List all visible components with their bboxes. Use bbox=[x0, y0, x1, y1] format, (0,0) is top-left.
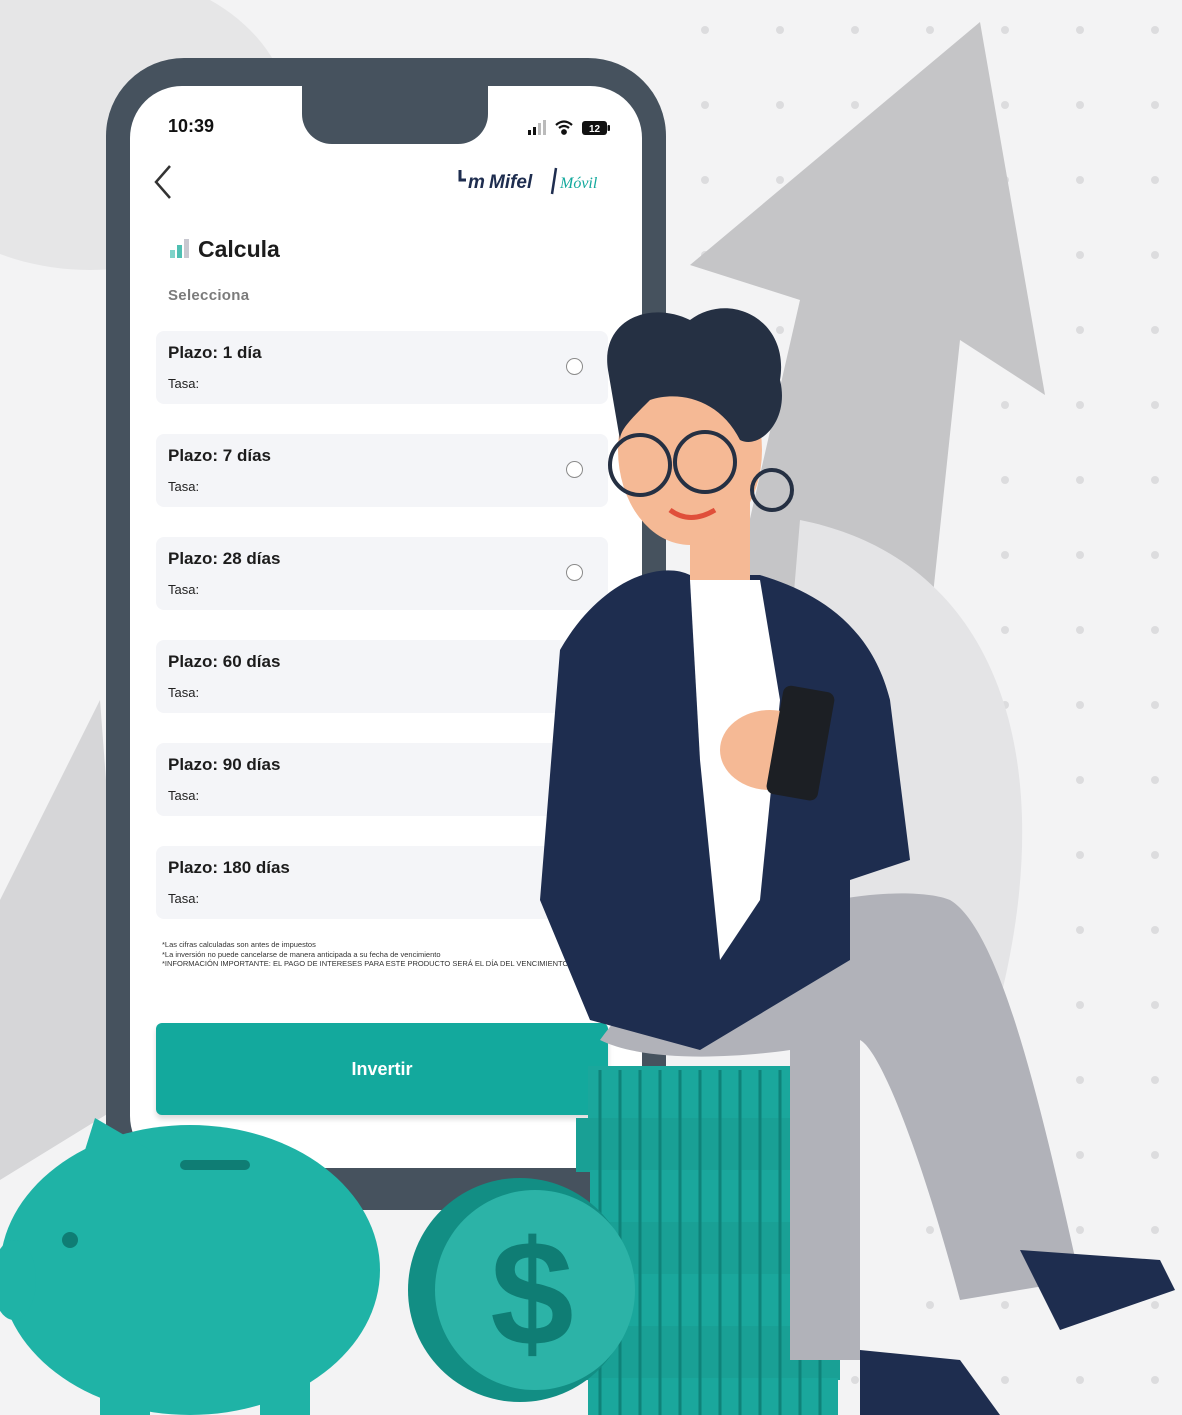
svg-text:m: m bbox=[468, 172, 485, 193]
logo-sub: Móvil bbox=[559, 175, 598, 192]
tasa-label: Tasa: bbox=[168, 582, 200, 597]
plazo-label: Plazo: 7 días bbox=[168, 446, 271, 465]
note-line: *Las cifras calculadas son antes de impu… bbox=[162, 940, 316, 949]
tasa-label: Tasa: bbox=[168, 685, 200, 700]
chevron-left-icon[interactable] bbox=[150, 162, 180, 202]
radio-icon[interactable] bbox=[566, 770, 583, 787]
calc-title: Calcula bbox=[198, 236, 280, 262]
plazo-label: Plazo: 90 días bbox=[168, 755, 281, 774]
disclaimer-notes: *Las cifras calculadas son antes de impu… bbox=[162, 940, 592, 969]
plazo-label: Plazo: 60 días bbox=[168, 652, 281, 671]
option-plazo-7[interactable]: Plazo: 7 días Tasa: bbox=[156, 434, 608, 507]
option-plazo-90[interactable]: Plazo: 90 días Tasa: bbox=[156, 743, 608, 816]
option-plazo-60[interactable]: Plazo: 60 días Tasa: bbox=[156, 640, 608, 713]
note-line: *INFORMACIÓN IMPORTANTE: EL PAGO DE INTE… bbox=[162, 959, 569, 968]
tasa-label: Tasa: bbox=[168, 479, 200, 494]
calculator-icon bbox=[170, 239, 189, 258]
status-icons: 12 bbox=[528, 120, 610, 135]
signal-icon bbox=[528, 120, 546, 135]
phone-notch bbox=[302, 58, 488, 144]
option-plazo-28[interactable]: Plazo: 28 días Tasa: bbox=[156, 537, 608, 610]
status-time: 10:39 bbox=[168, 116, 215, 136]
tasa-label: Tasa: bbox=[168, 376, 200, 391]
plazo-label: Plazo: 180 días bbox=[168, 858, 290, 877]
radio-icon[interactable] bbox=[566, 667, 583, 684]
battery-level: 12 bbox=[589, 124, 601, 135]
mifel-movil-logo: m Mifel Móvil bbox=[458, 167, 598, 195]
invest-button[interactable]: Invertir bbox=[156, 1023, 608, 1115]
plazo-label: Plazo: 1 día bbox=[168, 343, 262, 362]
radio-icon[interactable] bbox=[566, 564, 583, 581]
tasa-label: Tasa: bbox=[168, 891, 200, 906]
tasa-label: Tasa: bbox=[168, 788, 200, 803]
option-plazo-180[interactable]: Plazo: 180 días Tasa: bbox=[156, 846, 608, 919]
plazo-label: Plazo: 28 días bbox=[168, 549, 281, 568]
select-label: Selecciona bbox=[168, 287, 250, 304]
radio-icon[interactable] bbox=[566, 358, 583, 375]
note-line: *La inversión no puede cancelarse de man… bbox=[162, 949, 441, 959]
wifi-icon bbox=[555, 120, 573, 135]
logo-main: Mifel bbox=[489, 172, 533, 193]
radio-icon[interactable] bbox=[566, 873, 583, 890]
radio-icon[interactable] bbox=[566, 461, 583, 478]
option-plazo-1[interactable]: Plazo: 1 día Tasa: bbox=[156, 331, 608, 404]
battery-icon: 12 bbox=[582, 121, 610, 135]
